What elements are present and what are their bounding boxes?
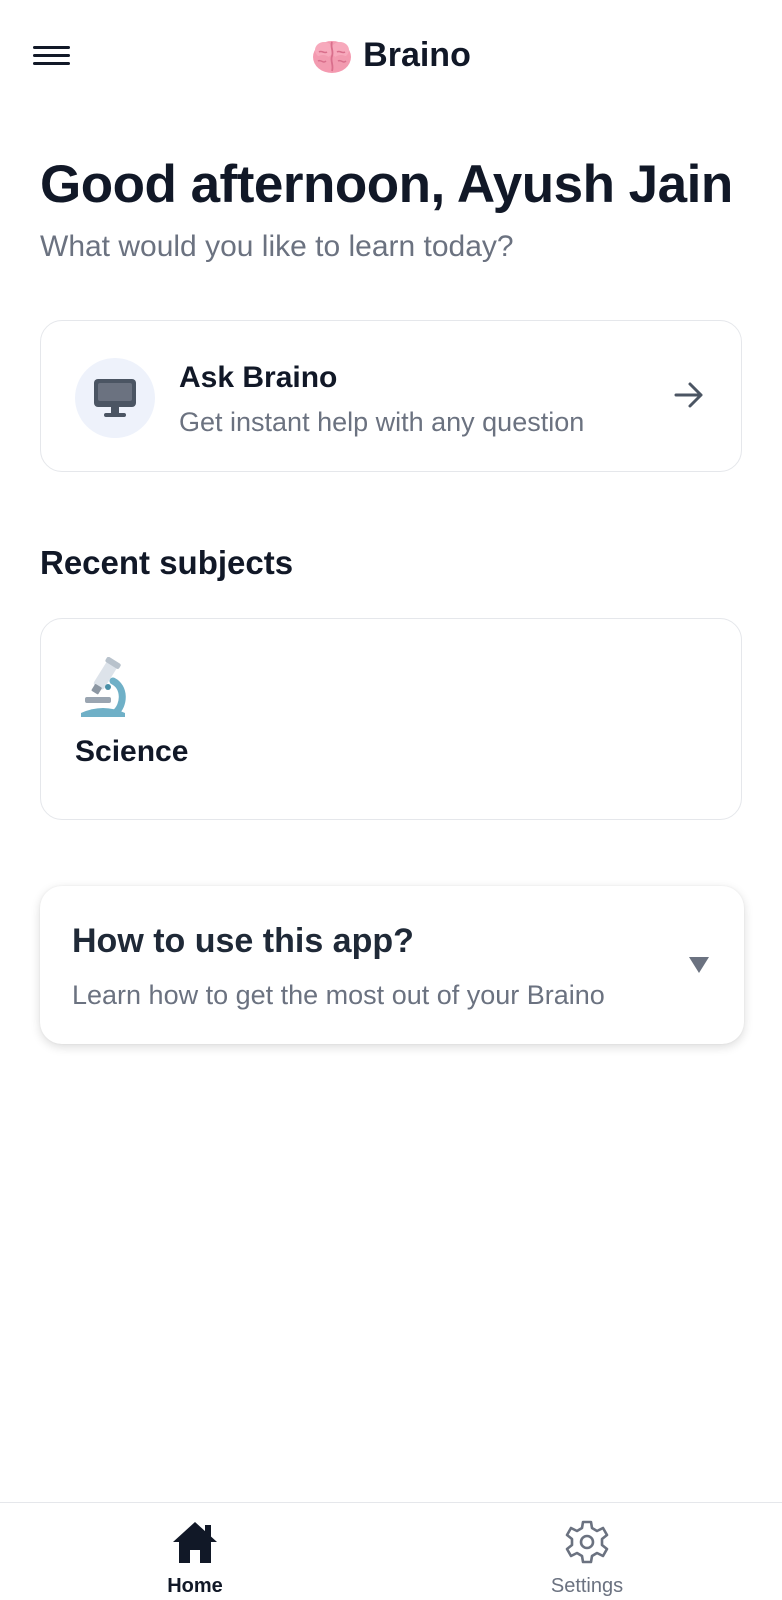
gear-icon: [565, 1520, 609, 1564]
nav-settings[interactable]: Settings: [517, 1503, 657, 1600]
ask-braino-card[interactable]: Ask Braino Get instant help with any que…: [40, 320, 742, 472]
app-header: Braino: [0, 0, 782, 118]
ask-card-title: Ask Braino: [179, 361, 338, 394]
home-icon: [173, 1522, 217, 1563]
greeting-title: Good afternoon, Ayush Jain: [40, 155, 733, 214]
subject-label: Science: [75, 735, 189, 768]
nav-settings-label: Settings: [550, 1575, 624, 1597]
ask-icon-circle: [75, 358, 155, 438]
howto-subtitle: Learn how to get the most out of your Br…: [72, 980, 605, 1010]
nav-home[interactable]: Home: [125, 1503, 265, 1600]
bottom-nav: Home Settings: [0, 1502, 782, 1600]
arrow-right-icon: [674, 382, 703, 408]
how-to-use-card[interactable]: How to use this app? Learn how to get th…: [40, 886, 744, 1044]
subject-card-science[interactable]: Science: [40, 618, 742, 820]
app-title: Braino: [363, 36, 471, 74]
monitor-icon: [94, 379, 136, 417]
home-screen: Braino Good afternoon, Ayush Jain What w…: [0, 0, 782, 1600]
greeting-subtitle: What would you like to learn today?: [40, 230, 514, 263]
chevron-down-icon: [689, 957, 709, 973]
ask-card-subtitle: Get instant help with any question: [179, 407, 585, 437]
microscope-icon: [81, 657, 126, 717]
brand: Braino: [0, 36, 782, 75]
recent-subjects-heading: Recent subjects: [40, 544, 294, 581]
nav-home-label: Home: [167, 1575, 223, 1597]
brain-icon: [313, 40, 352, 73]
howto-title: How to use this app?: [72, 922, 414, 960]
